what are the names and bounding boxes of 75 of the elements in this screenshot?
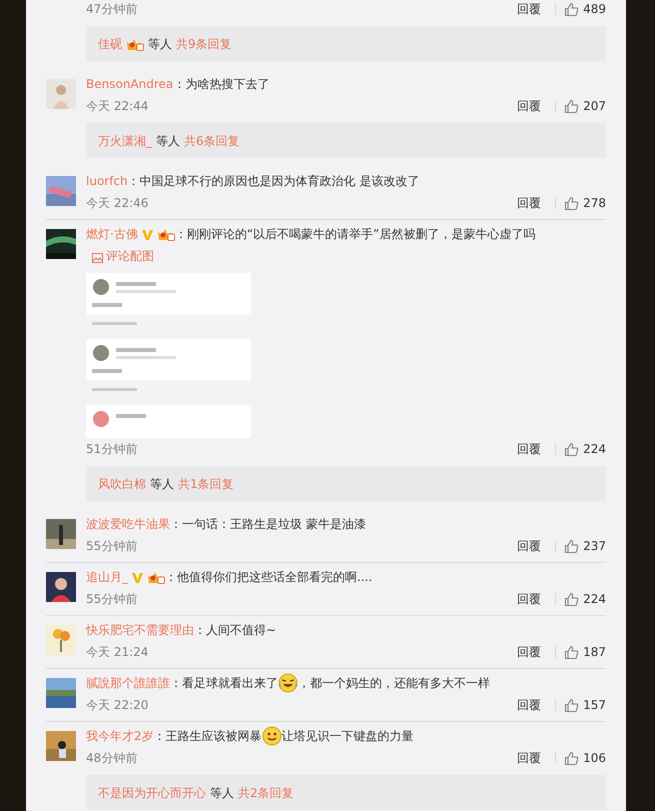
verified-icon — [140, 228, 154, 241]
comment-text: ：为啥热搜下去了 — [173, 77, 270, 91]
comment-text: ：看足球就看出来了 — [170, 676, 278, 690]
timestamp: 51分钟前 — [86, 441, 138, 458]
reply-link[interactable]: 回覆 — [517, 192, 542, 214]
timestamp: 今天 22:46 — [86, 195, 148, 212]
like-count: 278 — [583, 195, 606, 212]
thumbs-up-icon[interactable] — [564, 750, 580, 766]
thumbs-up-icon[interactable] — [564, 2, 580, 16]
timestamp: 今天 22:44 — [86, 98, 148, 115]
username-link[interactable]: 不是因为开心而开心 — [98, 784, 206, 802]
smiley-emoji-icon — [262, 726, 282, 746]
username-link[interactable]: 快乐肥宅不需要理由 — [86, 623, 194, 637]
replies-suffix: 等人 — [156, 132, 180, 150]
like-count: 157 — [583, 697, 606, 714]
like-count: 207 — [583, 98, 606, 115]
reply-link[interactable]: 回覆 — [517, 0, 542, 20]
username-link[interactable]: 风吹白棉 — [98, 474, 146, 492]
username-link[interactable]: 万火潇湘_ — [98, 132, 152, 150]
comment-text: 让塔见识一下键盘的力量 — [282, 729, 414, 743]
replies-suffix: 等人 — [148, 36, 172, 52]
timestamp: 今天 22:20 — [86, 697, 148, 714]
crown-icon — [156, 227, 175, 241]
thumbs-up-icon[interactable] — [564, 196, 580, 210]
thumbs-up-icon[interactable] — [564, 98, 580, 114]
comment-text: ：刚刚评论的“以后不喝蒙牛的请举手”居然被删了，是蒙牛心虚了吗 — [174, 227, 536, 241]
username-link[interactable]: 膩說那个誰誰誰 — [86, 676, 170, 690]
replies-suffix: 等人 — [150, 476, 174, 492]
thumbs-up-icon[interactable] — [564, 644, 580, 660]
like-count: 224 — [583, 441, 606, 458]
username-link[interactable]: 追山月_ — [86, 570, 128, 584]
reply-count-link[interactable]: 共6条回复 — [184, 132, 240, 150]
timestamp: 48分钟前 — [86, 750, 138, 767]
crown-icon — [126, 36, 144, 50]
timestamp: 55分钟前 — [86, 591, 138, 608]
comment-text: ：王路生应该被网暴 — [154, 729, 262, 743]
reply-link[interactable]: 回覆 — [517, 747, 542, 769]
timestamp: 今天 21:24 — [86, 644, 148, 661]
reply-link[interactable]: 回覆 — [517, 641, 542, 663]
like-count: 237 — [583, 538, 606, 555]
thumbs-up-icon[interactable] — [564, 698, 580, 712]
username-link[interactable]: 波波爱吃牛油果 — [86, 517, 170, 531]
username-link[interactable]: 燃灯·古佛 — [86, 227, 138, 241]
reply-link[interactable]: 回覆 — [517, 535, 542, 557]
thumbs-up-icon[interactable] — [564, 592, 580, 606]
comment-text: ：中国足球不行的原因也是因为体育政治化 是该改改了 — [128, 174, 420, 188]
username-link[interactable]: luorfch — [86, 174, 128, 188]
comment-text: ：一句话：王路生是垃圾 蒙牛是油漆 — [170, 517, 366, 531]
comment-text: ：他值得你们把这些话全部看完的啊.... — [165, 570, 372, 584]
like-count: 489 — [583, 1, 606, 18]
reply-count-link[interactable]: 共9条回复 — [176, 34, 232, 52]
thumbs-up-icon[interactable] — [564, 538, 580, 554]
image-icon — [92, 253, 103, 263]
reply-count-link[interactable]: 共2条回复 — [238, 784, 294, 802]
reply-link[interactable]: 回覆 — [517, 588, 542, 610]
reply-link[interactable]: 回覆 — [517, 694, 542, 716]
reply-link[interactable]: 回覆 — [517, 438, 542, 460]
username-link[interactable]: 我今年才2岁 — [86, 729, 154, 743]
crown-icon — [147, 570, 165, 584]
timestamp: 47分钟前 — [86, 1, 138, 18]
like-count: 224 — [583, 591, 606, 608]
comment-image-link[interactable]: 评论配图 — [106, 249, 154, 263]
username-link[interactable]: 佳砚 — [98, 34, 122, 52]
username-link[interactable]: BensonAndrea — [86, 77, 174, 91]
like-count: 106 — [583, 750, 606, 767]
verified-icon — [131, 571, 144, 584]
reply-count-link[interactable]: 共1条回复 — [178, 474, 234, 492]
comment-text: ，都一个妈生的，还能有多大不一样 — [298, 676, 490, 690]
thumbs-up-icon[interactable] — [564, 442, 580, 456]
laughing-emoji-icon — [278, 673, 298, 693]
like-count: 187 — [583, 644, 606, 661]
reply-link[interactable]: 回覆 — [517, 95, 542, 117]
comment-text: ：人间不值得~ — [194, 623, 276, 637]
timestamp: 55分钟前 — [86, 538, 138, 555]
replies-suffix: 等人 — [210, 784, 234, 802]
